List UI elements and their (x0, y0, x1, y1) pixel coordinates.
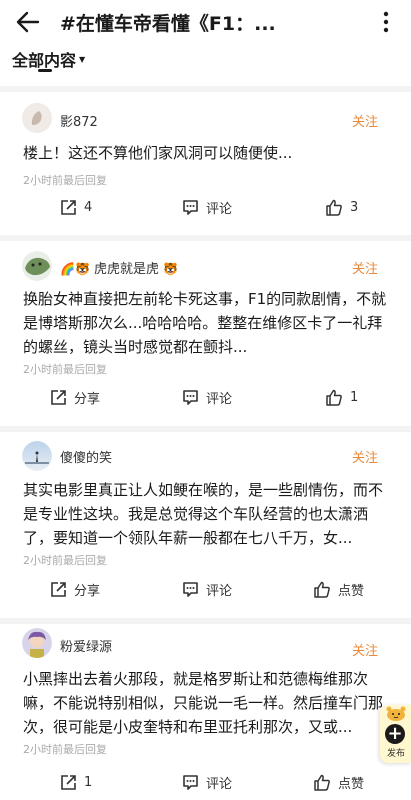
post-body[interactable]: 其实电影里真正让人如鲠在喉的，是一些剧情伤，而不是专业性这块。我是总觉得这个车队… (23, 478, 393, 550)
like-button[interactable]: 1 (325, 386, 358, 408)
caret-down-icon: ▼ (79, 54, 86, 64)
avatar[interactable] (22, 103, 52, 133)
share-button[interactable]: 1 (60, 771, 92, 793)
reply-time: 2小时前最后回复 (23, 554, 107, 567)
reply-time: 2小时前最后回复 (23, 363, 107, 376)
like-button[interactable]: 点赞 (313, 578, 364, 600)
back-arrow-icon[interactable] (14, 8, 42, 36)
avatar[interactable] (22, 628, 52, 658)
share-icon (61, 774, 76, 790)
comment-icon (183, 389, 198, 405)
comment-label: 评论 (206, 201, 233, 217)
follow-button[interactable]: 关注 (352, 447, 378, 466)
thumbs-up-icon (326, 199, 342, 216)
tiger-mascot-icon (386, 706, 406, 721)
post-actions: 分享 评论 1 (0, 386, 411, 408)
post-card[interactable]: 傻傻的笑 关注 其实电影里真正让人如鲠在喉的，是一些剧情伤，而不是专业性这块。我… (0, 432, 411, 618)
post-actions: 分享 评论 点赞 (0, 578, 411, 600)
comment-icon (183, 199, 198, 215)
share-label: 分享 (74, 583, 101, 599)
user-badges: 🌈🐯 (60, 262, 90, 276)
post-card[interactable]: 粉爱绿源 关注 小黑摔出去着火那段，就是格罗斯让和范德梅维那次嘛，不能说特别相似… (0, 624, 411, 800)
top-bar: #在懂车帝看懂《F1：... (0, 0, 411, 44)
like-label: 1 (350, 389, 359, 405)
like-button[interactable]: 点赞 (313, 771, 364, 793)
filter-label: 全部内容 (12, 51, 77, 70)
share-icon (61, 199, 76, 215)
comment-button[interactable]: 评论 (182, 578, 232, 600)
comment-button[interactable]: 评论 (182, 771, 232, 793)
follow-button[interactable]: 关注 (352, 258, 378, 277)
post-body[interactable]: 换胎女神直接把左前轮卡死这事，F1的同款剧情，不就是博塔斯那次么...哈哈哈哈。… (23, 287, 393, 359)
username-text: 虎虎就是虎 (94, 262, 160, 277)
reply-time: 2小时前最后回复 (23, 174, 107, 187)
like-label: 点赞 (338, 776, 365, 792)
username[interactable]: 粉爱绿源 (60, 636, 112, 655)
comment-label: 评论 (206, 776, 233, 792)
share-button[interactable]: 分享 (50, 386, 100, 408)
post-card[interactable]: 影872 关注 楼上！这还不算他们家风洞可以随便使... 2小时前最后回复 4 … (0, 92, 411, 235)
like-label: 3 (350, 199, 359, 215)
reply-time: 2小时前最后回复 (23, 743, 107, 756)
filter-underline (38, 69, 52, 72)
post-card[interactable]: 🌈🐯 虎虎就是虎 🐯 关注 换胎女神直接把左前轮卡死这事，F1的同款剧情，不就是… (0, 241, 411, 426)
comment-label: 评论 (206, 391, 233, 407)
like-button[interactable]: 3 (325, 196, 358, 218)
username[interactable]: 影872 (60, 111, 98, 130)
avatar[interactable] (22, 251, 52, 281)
post-actions: 4 评论 3 (0, 196, 411, 218)
avatar[interactable] (22, 441, 52, 471)
username[interactable]: 傻傻的笑 (60, 447, 112, 466)
thumbs-up-icon (314, 581, 330, 598)
thumbs-up-icon (326, 389, 342, 406)
post-body[interactable]: 楼上！这还不算他们家风洞可以随便使... (23, 141, 393, 165)
post-body[interactable]: 小黑摔出去着火那段，就是格罗斯让和范德梅维那次嘛，不能说特别相似，只能说一毛一样… (23, 667, 393, 739)
share-icon (51, 581, 66, 597)
share-button[interactable]: 4 (60, 196, 92, 218)
share-label: 分享 (74, 391, 101, 407)
comment-icon (183, 774, 198, 790)
comment-button[interactable]: 评论 (182, 386, 232, 408)
user-badge: 🐯 (163, 262, 179, 276)
comment-icon (183, 581, 198, 597)
post-actions: 1 评论 点赞 (0, 771, 411, 793)
page-title: #在懂车帝看懂《F1：... (60, 13, 276, 35)
comment-label: 评论 (206, 583, 233, 599)
thumbs-up-icon (314, 774, 330, 791)
more-dots-icon[interactable] (372, 8, 400, 36)
follow-button[interactable]: 关注 (352, 640, 378, 659)
comment-button[interactable]: 评论 (182, 196, 232, 218)
filter-dropdown[interactable]: 全部内容 ▼ (12, 47, 85, 71)
plus-icon: + (385, 724, 405, 744)
share-button[interactable]: 分享 (50, 578, 100, 600)
share-icon (51, 389, 66, 405)
username[interactable]: 🌈🐯 虎虎就是虎 🐯 (60, 258, 178, 277)
follow-button[interactable]: 关注 (352, 111, 378, 130)
publish-label: 发布 (386, 749, 405, 759)
share-label: 1 (84, 774, 93, 790)
publish-button[interactable]: + 发布 (380, 705, 411, 763)
share-label: 4 (84, 199, 93, 215)
like-label: 点赞 (338, 583, 365, 599)
